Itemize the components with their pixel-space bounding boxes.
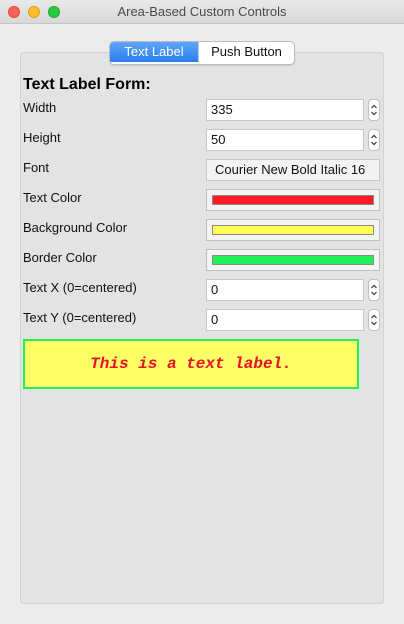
- background-color-swatch: [212, 225, 374, 235]
- text-label-preview: This is a text label.: [23, 339, 359, 389]
- text-x-field[interactable]: 0: [206, 279, 364, 301]
- height-stepper[interactable]: [368, 129, 380, 151]
- font-picker-button[interactable]: Courier New Bold Italic 16: [206, 159, 380, 181]
- height-label: Height: [23, 130, 61, 145]
- text-y-stepper[interactable]: [368, 309, 380, 331]
- border-color-well[interactable]: [206, 249, 380, 271]
- window-title: Area-Based Custom Controls: [117, 4, 287, 19]
- text-color-label: Text Color: [23, 190, 82, 205]
- text-x-stepper[interactable]: [368, 279, 380, 301]
- text-x-label: Text X (0=centered): [23, 280, 137, 295]
- up-down-chevron-icon: [371, 314, 377, 326]
- width-label: Width: [23, 100, 57, 115]
- tab-selector: Text Label Push Button: [109, 41, 295, 65]
- background-color-well[interactable]: [206, 219, 380, 241]
- text-y-field[interactable]: 0: [206, 309, 364, 331]
- form-heading: Text Label Form:: [23, 76, 151, 93]
- tab-push-button[interactable]: Push Button: [198, 42, 294, 62]
- app-window: Area-Based Custom Controls Text Label Pu…: [0, 0, 404, 624]
- width-stepper[interactable]: [368, 99, 380, 121]
- preview-text: This is a text label.: [90, 355, 292, 373]
- tab-text-label[interactable]: Text Label: [110, 42, 198, 62]
- title-bar: Area-Based Custom Controls: [0, 0, 404, 24]
- border-color-swatch: [212, 255, 374, 265]
- text-y-label: Text Y (0=centered): [23, 310, 137, 325]
- border-color-label: Border Color: [23, 250, 97, 265]
- up-down-chevron-icon: [371, 284, 377, 296]
- height-field[interactable]: 50: [206, 129, 364, 151]
- text-color-swatch: [212, 195, 374, 205]
- up-down-chevron-icon: [371, 104, 377, 116]
- up-down-chevron-icon: [371, 134, 377, 146]
- text-color-well[interactable]: [206, 189, 380, 211]
- background-color-label: Background Color: [23, 220, 128, 235]
- font-label: Font: [23, 160, 50, 175]
- width-field[interactable]: 335: [206, 99, 364, 121]
